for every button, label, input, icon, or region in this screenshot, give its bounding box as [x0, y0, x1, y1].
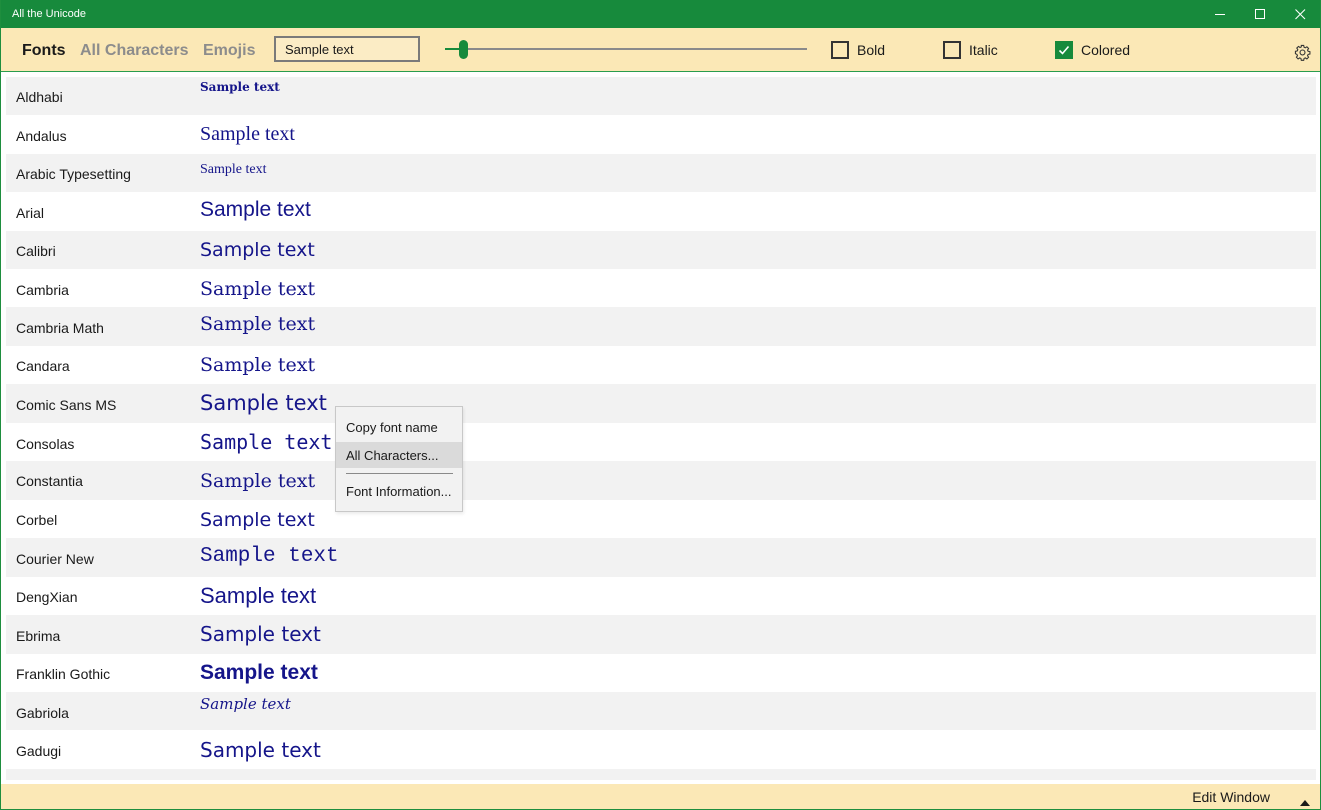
font-name: Calibri	[16, 243, 56, 259]
font-row-constantia[interactable]: Constantia Sample text	[6, 461, 1316, 500]
font-row-arial[interactable]: Arial Sample text	[6, 192, 1316, 231]
font-name: Aldhabi	[16, 89, 63, 105]
bold-checkbox[interactable]: Bold	[831, 41, 885, 59]
font-sample: Sample text	[200, 509, 315, 531]
font-sample: Sample text	[200, 622, 321, 646]
colored-checkbox-box[interactable]	[1055, 41, 1073, 59]
font-name: Candara	[16, 358, 70, 374]
font-name: Gadugi	[16, 743, 62, 759]
font-sample: Sample text	[200, 80, 280, 94]
font-name: Gabriola	[16, 705, 69, 721]
font-sample: Sample text	[200, 313, 316, 335]
checkmark-icon	[1058, 45, 1070, 55]
minimize-icon	[1214, 13, 1225, 15]
colored-label: Colored	[1081, 42, 1131, 58]
font-row-aldhabi[interactable]: Aldhabi Sample text	[6, 77, 1316, 115]
italic-checkbox-box[interactable]	[943, 41, 961, 59]
close-icon	[1294, 8, 1305, 19]
bold-label: Bold	[857, 42, 886, 58]
font-sample: Sample text	[200, 123, 295, 145]
font-sample: Sample text	[200, 661, 318, 684]
context-menu: Copy font name All Characters... Font In…	[335, 406, 463, 512]
font-sample: Sample text	[200, 430, 333, 454]
font-sample: Sample text	[200, 278, 316, 300]
font-row-candara[interactable]: Candara Sample text	[6, 346, 1316, 384]
italic-checkbox[interactable]: Italic	[943, 41, 998, 59]
font-sample: Sample text	[200, 162, 267, 177]
font-name: Cambria Math	[16, 320, 104, 336]
maximize-button[interactable]	[1240, 0, 1280, 28]
maximize-icon	[1254, 8, 1265, 19]
font-name: Cambria	[16, 282, 69, 298]
font-row-courier-new[interactable]: Courier New Sample text	[6, 538, 1316, 577]
font-name: Arabic Typesetting	[16, 166, 131, 182]
font-row-franklin-gothic[interactable]: Franklin Gothic Sample text	[6, 654, 1316, 692]
colored-checkbox[interactable]: Colored	[1055, 41, 1130, 59]
font-row-calibri[interactable]: Calibri Sample text	[6, 231, 1316, 269]
font-name: Andalus	[16, 128, 67, 144]
app-window: All the Unicode Fonts All Characters Emo…	[0, 0, 1321, 810]
minimize-button[interactable]	[1200, 0, 1240, 28]
font-sample: Sample text	[200, 695, 291, 713]
font-sample: Sample text	[200, 583, 317, 608]
title-bar: All the Unicode	[1, 0, 1320, 28]
font-row-consolas[interactable]: Consolas Sample text	[6, 423, 1316, 461]
expand-button[interactable]	[1300, 793, 1310, 810]
menu-item-copy-font-name[interactable]: Copy font name	[336, 414, 462, 440]
font-sample: Sample text	[200, 239, 315, 261]
font-name: Comic Sans MS	[16, 397, 117, 413]
font-row-gadugi[interactable]: Gadugi Sample text	[6, 730, 1316, 769]
settings-button[interactable]	[1294, 44, 1311, 66]
tab-fonts[interactable]: Fonts	[22, 42, 66, 60]
tab-emojis[interactable]: Emojis	[203, 42, 255, 60]
font-list[interactable]: Aldhabi Sample text Andalus Sample text …	[6, 77, 1316, 780]
menu-item-all-characters[interactable]: All Characters...	[336, 442, 462, 468]
font-sample: Sample text	[200, 354, 316, 376]
font-name: Ebrima	[16, 628, 61, 644]
toolbar: Fonts All Characters Emojis Bold Italic …	[1, 28, 1320, 72]
font-row-cambria[interactable]: Cambria Sample text	[6, 269, 1316, 307]
font-row-corbel[interactable]: Corbel Sample text	[6, 500, 1316, 538]
font-sample: Sample text	[200, 391, 327, 415]
font-name: Corbel	[16, 512, 58, 528]
italic-label: Italic	[969, 42, 998, 58]
font-row-gabriola[interactable]: Gabriola Sample text	[6, 692, 1316, 730]
gear-icon	[1294, 44, 1311, 61]
size-slider-track[interactable]	[445, 48, 807, 50]
font-row-comic-sans-ms[interactable]: Comic Sans MS Sample text	[6, 384, 1316, 423]
font-name: Courier New	[16, 551, 94, 567]
font-row-partial[interactable]	[6, 769, 1316, 780]
close-button[interactable]	[1280, 0, 1320, 28]
size-slider-thumb[interactable]	[458, 40, 468, 59]
window-title: All the Unicode	[12, 8, 86, 20]
caret-up-icon	[1300, 800, 1310, 806]
font-sample: Sample text	[200, 470, 316, 492]
font-name: Consolas	[16, 436, 75, 452]
font-row-andalus[interactable]: Andalus Sample text	[6, 115, 1316, 154]
font-name: Arial	[16, 205, 45, 221]
font-row-ebrima[interactable]: Ebrima Sample text	[6, 615, 1316, 654]
edit-window-button[interactable]: Edit Window	[1192, 789, 1270, 805]
tab-all-characters[interactable]: All Characters	[80, 42, 189, 60]
sample-text-input[interactable]	[274, 36, 420, 62]
font-row-arabic-typesetting[interactable]: Arabic Typesetting Sample text	[6, 154, 1316, 192]
menu-separator	[346, 473, 453, 474]
menu-item-font-information[interactable]: Font Information...	[336, 478, 462, 504]
bold-checkbox-box[interactable]	[831, 41, 849, 59]
font-sample: Sample text	[200, 545, 339, 568]
font-sample: Sample text	[200, 738, 321, 762]
font-name: Franklin Gothic	[16, 666, 111, 682]
font-sample: Sample text	[200, 198, 311, 221]
font-row-dengxian[interactable]: DengXian Sample text	[6, 577, 1316, 615]
font-name: DengXian	[16, 589, 78, 605]
status-bar: Edit Window	[1, 784, 1320, 809]
font-row-cambria-math[interactable]: Cambria Math Sample text	[6, 307, 1316, 346]
font-name: Constantia	[16, 473, 83, 489]
